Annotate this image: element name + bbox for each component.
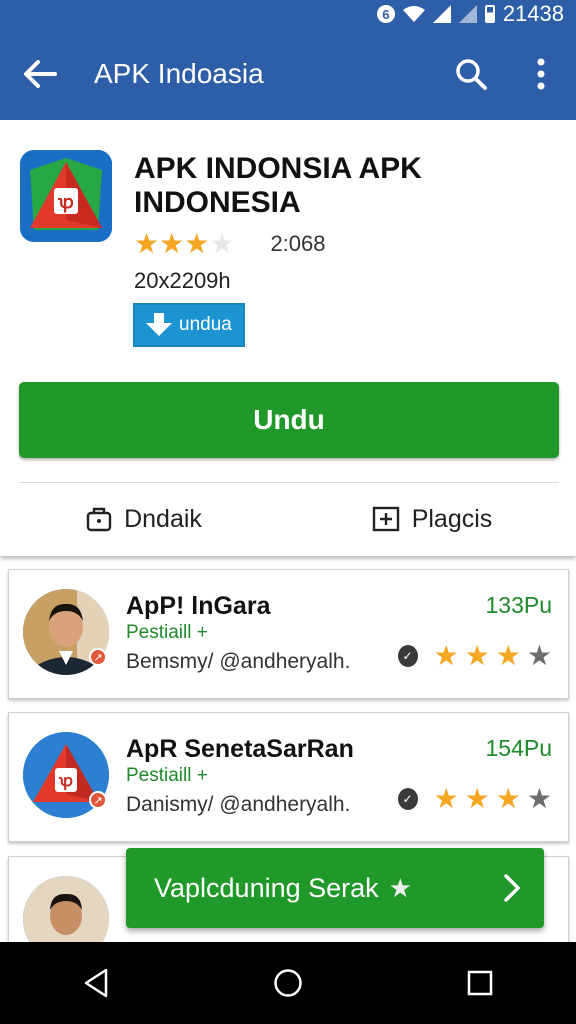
wifi-icon [402,6,425,22]
app-bar: APK Indoasia [0,28,576,120]
item-name: ApP! lnGara [126,592,271,620]
search-icon [456,59,487,90]
item-description: Bemsmy/ @andheryalh. [126,650,351,673]
nav-recents-button[interactable] [440,942,520,1024]
shield-icon: ✓ [397,645,418,667]
item-subtitle: Pestiaill + [126,765,208,786]
star-icon: ★ [464,783,490,814]
action-tabs: Dndaik Plagcis [0,490,576,548]
page-title: APK Indoasia [94,58,264,89]
rating-count: 2:068 [270,231,326,256]
divider [19,482,559,483]
system-nav-bar [0,942,576,1024]
star-gray-icon: ★ [526,640,552,671]
overflow-menu-button[interactable] [506,28,576,120]
star-icon: ★ [495,783,521,814]
app-logo-icon: ꝕ [20,150,112,242]
star-icon: ★ [159,228,185,259]
star-empty-icon: ★ [209,228,235,259]
status-time: 21438 [502,1,564,26]
star-icon: ★ [464,640,490,671]
battery-icon [484,5,495,23]
app-icon: ꝕ [20,150,112,242]
app-detail-card: ꝕ APK INDONSIA APK INDONESIA ★ ★ ★ ★ 2:0… [0,120,576,556]
tab-dndaik[interactable]: Dndaik [0,490,288,548]
app-name: APK INDONSIA APK INDONESIA [134,152,422,219]
install-button[interactable]: Undu [19,382,559,458]
item-name: ApR SenetaSarRan [126,735,354,763]
circle-home-icon [274,969,302,997]
download-small-label: undua [179,314,232,335]
search-button[interactable] [436,28,506,120]
arrow-back-icon [24,60,57,88]
item-description: Danismy/ @andheryalh. [126,793,351,816]
app-size: 20x2209h [134,268,231,293]
signal-icon-2 [458,5,477,23]
triangle-back-icon [84,968,108,998]
shield-icon: ✓ [397,788,418,810]
download-arrow-icon [146,313,172,336]
nav-home-button[interactable] [248,942,328,1024]
status-bar: 6 21438 [0,0,576,28]
briefcase-icon [86,507,112,532]
star-icon: ★ [433,640,459,671]
item-price: 154Pu [485,735,552,761]
star-icon: ★ [388,872,412,903]
svg-text:ꝕ: ꝕ [58,773,73,791]
app-rating: ★ ★ ★ ★ 2:068 [134,230,326,258]
tab-plagcis[interactable]: Plagcis [288,490,576,548]
square-recents-icon [467,970,493,996]
more-vert-icon [537,58,545,90]
item-rating: ✓ ★ ★ ★ ★ [397,640,552,671]
list-item[interactable]: ꝕ ↗ ApR SenetaSarRan 154Pu Pestiaill + D… [8,712,569,842]
snackbar-label: Vaplcduning Serak [154,872,379,903]
plus-box-icon [372,506,399,532]
svg-text:ꝕ: ꝕ [57,192,74,213]
star-icon: ★ [134,228,160,259]
item-subtitle: Pestiaill + [126,622,208,643]
download-small-button[interactable]: undua [133,303,245,347]
star-icon: ★ [184,228,210,259]
nav-back-button[interactable] [56,942,136,1024]
star-gray-icon: ★ [526,783,552,814]
list-item[interactable]: ↗ ApP! lnGara 133Pu Pestiaill + Bemsmy/ … [8,569,569,699]
snackbar-banner[interactable]: Vaplcduning Serak ★ [126,848,544,928]
notification-icon: 6 [376,5,395,23]
star-icon: ★ [495,640,521,671]
tab-dndaik-label: Dndaik [124,504,202,533]
chevron-right-icon[interactable] [504,874,520,902]
back-button[interactable] [0,28,80,120]
install-button-label: Undu [253,404,325,435]
star-icon: ★ [433,783,459,814]
tab-plagcis-label: Plagcis [411,504,493,533]
badge-icon: ↗ [89,648,107,666]
signal-icon [432,5,451,23]
item-rating: ✓ ★ ★ ★ ★ [397,783,552,814]
badge-icon: ↗ [89,791,107,809]
item-price: 133Pu [485,592,552,618]
